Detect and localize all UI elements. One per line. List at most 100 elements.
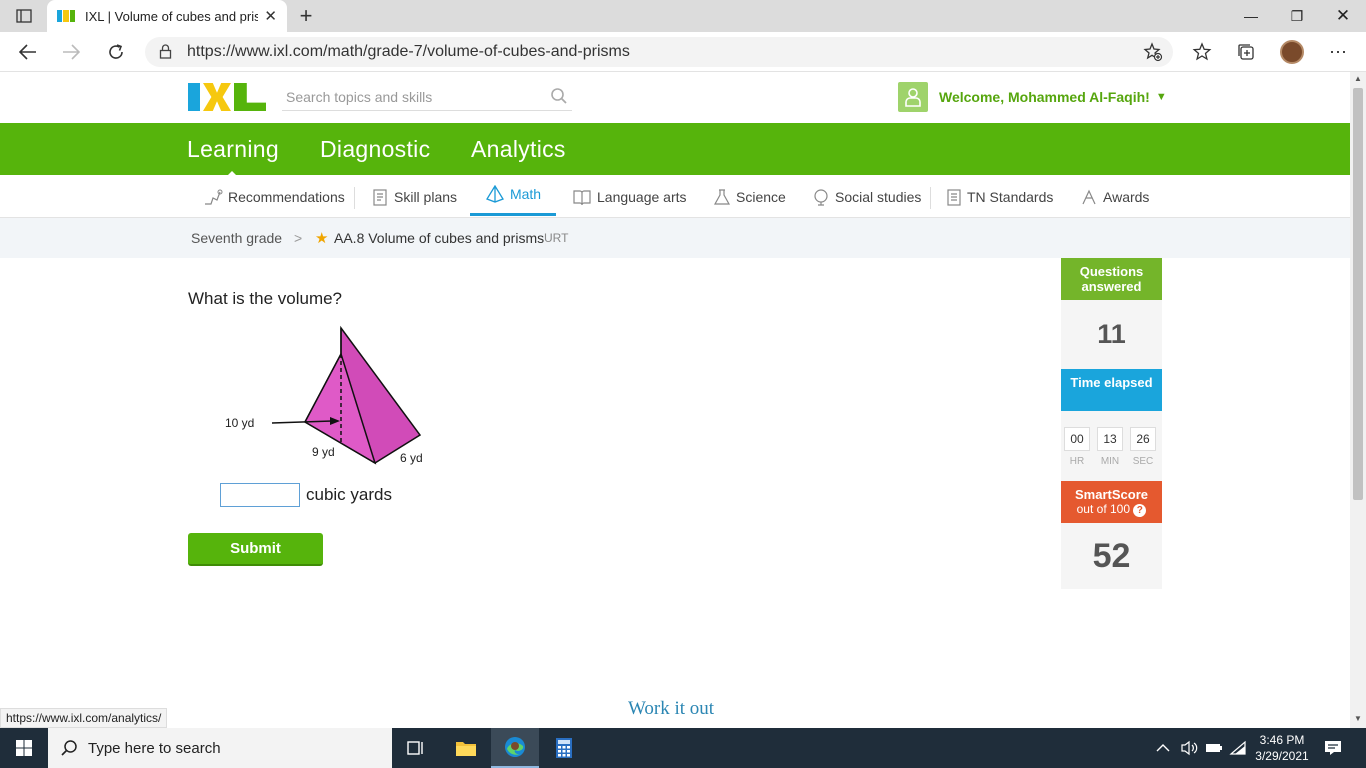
subnav-skill-plans[interactable]: Skill plans	[371, 175, 457, 218]
time-seconds: 26	[1130, 427, 1156, 451]
clock-date: 3/29/2021	[1255, 749, 1309, 763]
ixl-logo[interactable]	[188, 83, 266, 111]
subnav-language-arts[interactable]: Language arts	[572, 175, 687, 218]
subnav-label: Math	[509, 186, 542, 202]
lock-icon	[159, 44, 172, 64]
file-explorer-icon[interactable]	[442, 728, 490, 768]
recommendations-icon	[205, 189, 223, 205]
collections-icon[interactable]	[1234, 40, 1258, 64]
breadcrumb-grade[interactable]: Seventh grade	[191, 230, 282, 246]
scroll-up-icon[interactable]: ▲	[1354, 74, 1362, 83]
subnav-awards[interactable]: Awards	[1080, 175, 1149, 218]
minimize-icon[interactable]: —	[1228, 0, 1274, 32]
subnav-science[interactable]: Science	[713, 175, 786, 218]
breadcrumb-separator-icon: >	[294, 230, 303, 246]
site-header: Search topics and skills Welcome, Mohamm…	[0, 72, 1350, 123]
minutes-label: MIN	[1100, 456, 1120, 467]
restore-icon[interactable]: ❐	[1274, 0, 1320, 32]
height-label: 10 yd	[225, 416, 254, 430]
tab-title: IXL | Volume of cubes and prisms	[85, 8, 259, 24]
smartscore-label: SmartScore	[1075, 487, 1148, 502]
subnav-math[interactable]: Math	[470, 175, 556, 216]
time-elapsed-label: Time elapsed	[1061, 369, 1162, 411]
nav-diagnostic[interactable]: Diagnostic	[320, 136, 430, 163]
scrollbar-thumb[interactable]	[1353, 88, 1363, 500]
subnav-recommendations[interactable]: Recommendations	[203, 175, 345, 218]
search-icon[interactable]	[550, 87, 568, 108]
favorites-icon[interactable]	[1190, 40, 1214, 64]
system-clock[interactable]: 3:46 PM 3/29/2021	[1252, 732, 1312, 764]
windows-taskbar: Type here to search 3:46 PM 3/29/2021	[0, 728, 1366, 768]
user-menu[interactable]: Welcome, Mohammed Al-Faqih! ▼	[898, 82, 1167, 112]
questions-answered-label: Questions answered	[1061, 258, 1162, 300]
add-favorite-icon[interactable]	[1143, 42, 1163, 67]
new-tab-icon[interactable]: +	[294, 3, 318, 29]
browser-tab-bar: IXL | Volume of cubes and prisms ✕ + — ❐…	[0, 0, 1366, 32]
smartscore-value: 52	[1061, 523, 1162, 589]
submit-button[interactable]: Submit	[188, 533, 323, 566]
notifications-icon[interactable]	[1324, 728, 1342, 768]
clock-time: 3:46 PM	[1259, 733, 1305, 747]
subnav-social-studies[interactable]: Social studies	[812, 175, 921, 218]
divider	[930, 187, 931, 209]
user-avatar-icon	[898, 82, 928, 112]
refresh-icon[interactable]	[104, 40, 128, 64]
address-toolbar: https://www.ixl.com/math/grade-7/volume-…	[0, 32, 1366, 72]
subject-nav: Recommendations Skill plans Math Languag…	[0, 175, 1350, 218]
window-close-icon[interactable]: ✕	[1320, 0, 1366, 32]
divider	[354, 187, 355, 209]
skill-plans-icon	[373, 188, 387, 206]
calculator-icon[interactable]	[540, 728, 588, 768]
wifi-icon[interactable]	[1229, 728, 1247, 768]
subnav-tn-standards[interactable]: TN Standards	[946, 175, 1053, 218]
volume-answer-input[interactable]	[220, 483, 300, 507]
subnav-label: TN Standards	[967, 188, 1054, 205]
battery-icon[interactable]	[1205, 728, 1223, 768]
subnav-label: Skill plans	[394, 188, 458, 205]
url-text: https://www.ixl.com/math/grade-7/volume-…	[187, 43, 630, 60]
skill-code: URT	[544, 231, 569, 245]
back-icon[interactable]	[16, 40, 40, 64]
base-label: 9 yd	[312, 445, 335, 459]
show-hidden-icons-icon[interactable]	[1156, 728, 1170, 768]
status-bar-url: https://www.ixl.com/analytics/	[0, 708, 168, 728]
browser-tab[interactable]: IXL | Volume of cubes and prisms ✕	[47, 0, 287, 32]
breadcrumb-skill: AA.8 Volume of cubes and prisms	[334, 230, 545, 246]
tab-close-icon[interactable]: ✕	[264, 7, 277, 25]
subnav-label: Science	[736, 188, 786, 205]
work-it-out-link[interactable]: Work it out	[628, 698, 714, 720]
standards-icon	[947, 188, 961, 206]
subnav-label: Recommendations	[228, 188, 345, 205]
smartscore-sublabel: out of 100	[1076, 502, 1131, 516]
star-icon: ★	[315, 230, 329, 247]
hours-label: HR	[1069, 456, 1085, 467]
help-icon[interactable]: ?	[1133, 504, 1147, 517]
answer-row: cubic yards	[220, 483, 392, 507]
subnav-label: Awards	[1103, 188, 1150, 205]
profile-avatar[interactable]	[1280, 40, 1304, 64]
edge-browser-icon[interactable]	[491, 728, 539, 768]
main-nav: Learning Diagnostic Analytics	[0, 123, 1350, 178]
forward-icon[interactable]	[59, 40, 83, 64]
book-icon	[573, 189, 591, 205]
page-scrollbar[interactable]: ▲ ▼	[1350, 72, 1366, 728]
web-page: Search topics and skills Welcome, Mohamm…	[0, 72, 1350, 728]
time-minutes: 13	[1097, 427, 1123, 451]
taskbar-search-input[interactable]: Type here to search	[48, 728, 392, 768]
windows-start-icon[interactable]	[0, 728, 48, 768]
scroll-down-icon[interactable]: ▼	[1354, 714, 1362, 723]
nav-analytics[interactable]: Analytics	[471, 136, 566, 163]
awards-icon	[1082, 189, 1096, 204]
taskbar-search-placeholder: Type here to search	[88, 739, 221, 757]
url-bar[interactable]: https://www.ixl.com/math/grade-7/volume-…	[145, 37, 1173, 67]
ixl-favicon-icon	[57, 10, 75, 22]
task-view-icon[interactable]	[392, 728, 440, 768]
subnav-label: Language arts	[597, 188, 687, 205]
volume-icon[interactable]	[1180, 728, 1198, 768]
seconds-label: SEC	[1132, 456, 1154, 467]
nav-learning[interactable]: Learning	[187, 136, 279, 178]
search-input[interactable]: Search topics and skills	[282, 83, 572, 111]
search-placeholder: Search topics and skills	[286, 88, 433, 105]
more-options-icon[interactable]: ⋯	[1326, 40, 1350, 64]
tab-actions-icon[interactable]	[8, 5, 40, 27]
